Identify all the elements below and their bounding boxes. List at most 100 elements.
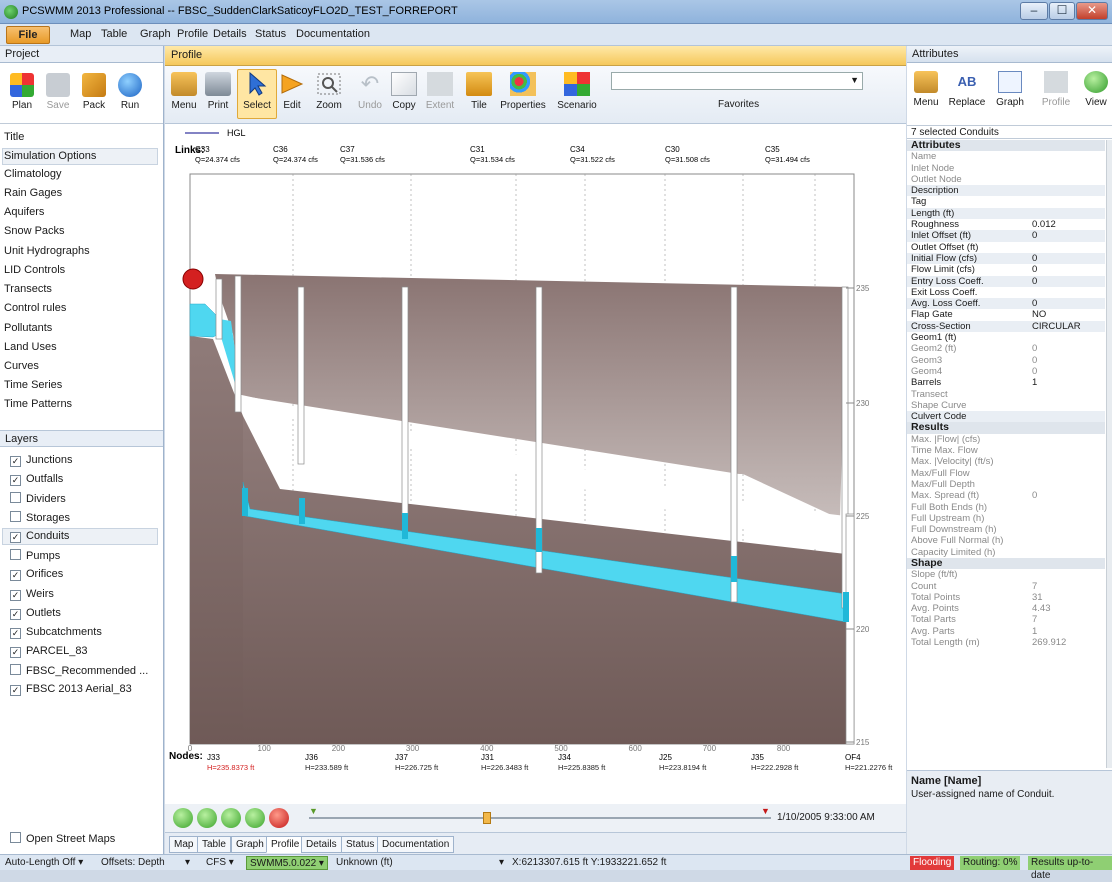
layer-item[interactable]: ✓ Conduits [10,530,69,543]
layer-item[interactable]: FBSC_Recommended ... [10,664,148,677]
link-name[interactable]: C34 [570,145,585,154]
timeline-thumb[interactable] [483,812,491,824]
flood-marker[interactable] [182,268,204,290]
checkbox-icon[interactable]: ✓ [10,456,21,467]
step-back-button[interactable] [197,808,217,828]
attribute-row[interactable]: Flap Gate NO [907,309,1105,320]
project-item[interactable]: Land Uses [4,341,57,353]
checkbox-icon[interactable]: ✓ [10,532,21,543]
offsets-dropdown-chevron-icon[interactable]: ▾ [185,857,190,868]
attribute-row[interactable]: Shape Curve [907,400,1105,411]
copy-button[interactable]: Copy [389,72,419,111]
menu-details[interactable]: Details [213,28,247,40]
attribute-row[interactable]: Slope (ft/ft) [907,569,1105,580]
attribute-row[interactable]: Avg. Loss Coeff. 0 [907,298,1105,310]
layer-item[interactable]: Storages [10,511,70,524]
layer-item[interactable]: Pumps [10,549,60,562]
attribute-row[interactable]: Avg. Parts 1 [907,626,1105,637]
project-item[interactable]: Unit Hydrographs [4,245,90,257]
attribute-row[interactable]: Exit Loss Coeff. [907,287,1105,298]
attribute-row[interactable]: Full Upstream (h) [907,513,1105,524]
attribute-row[interactable]: Geom3 0 [907,355,1105,366]
menu-map[interactable]: Map [70,28,91,40]
open-street-maps-toggle[interactable]: Open Street Maps [10,832,115,845]
layer-item[interactable]: ✓ Orifices [10,568,63,581]
project-item[interactable]: Control rules [4,302,66,314]
plan-button[interactable]: Plan [4,73,40,111]
checkbox-icon[interactable]: ✓ [10,628,21,639]
layer-item[interactable]: ✓ Subcatchments [10,626,102,639]
maximize-button[interactable]: ☐ [1049,2,1075,20]
attribute-row[interactable]: Total Parts 7 [907,614,1105,625]
link-name[interactable]: C33 [195,145,210,154]
checkbox-icon[interactable] [10,549,21,560]
zoom-tool-button[interactable]: Zoom [313,72,345,111]
attr-graph-button[interactable]: Graph [993,71,1027,108]
menu-tool-button[interactable]: Menu [169,72,199,111]
manhole[interactable] [401,286,409,516]
project-item[interactable]: Time Series [4,379,62,391]
menu-graph[interactable]: Graph [140,28,171,40]
node-name[interactable]: J37 [395,753,408,762]
node-name[interactable]: J34 [558,753,571,762]
attribute-row[interactable]: Name [907,151,1105,162]
project-item[interactable]: Time Patterns [4,398,72,410]
auto-length-dropdown[interactable]: Auto-Length Off ▾ [5,857,83,868]
step-forward-button[interactable] [245,808,265,828]
attribute-row[interactable]: Outlet Node [907,174,1105,185]
checkbox-icon[interactable]: ✓ [10,647,21,658]
attribute-row[interactable]: Full Both Ends (h) [907,502,1105,513]
attr-profile-button[interactable]: Profile [1039,71,1073,108]
attribute-row[interactable]: Total Length (m) 269.912 [907,637,1105,648]
play-button[interactable] [221,808,241,828]
project-item[interactable]: Rain Gages [4,187,62,199]
attribute-row[interactable]: Geom4 0 [907,366,1105,377]
project-item[interactable]: Simulation Options [4,150,96,162]
pack-button[interactable]: Pack [76,73,112,111]
layer-item[interactable]: ✓ Junctions [10,454,72,467]
attribute-row[interactable]: Inlet Node [907,163,1105,174]
project-item[interactable]: Curves [4,360,39,372]
tab-details[interactable]: Details [301,836,342,853]
checkbox-icon[interactable]: ✓ [10,609,21,620]
attribute-row[interactable]: Entry Loss Coeff. 0 [907,275,1105,287]
project-item[interactable]: Snow Packs [4,225,65,237]
manhole[interactable] [730,286,738,603]
attribute-row[interactable]: Max. |Velocity| (ft/s) [907,456,1105,467]
checkbox-icon[interactable] [10,511,21,522]
attribute-row[interactable]: Max. |Flow| (cfs) [907,434,1105,445]
undo-button[interactable]: ↶ Undo [355,72,385,112]
attribute-row[interactable]: Above Full Normal (h) [907,535,1105,546]
attribute-row[interactable]: Outlet Offset (ft) [907,242,1105,253]
select-tool-button[interactable]: Select [241,71,273,111]
checkbox-icon[interactable]: ✓ [10,590,21,601]
attribute-row[interactable]: Count 7 [907,581,1105,592]
checkbox-icon[interactable]: ✓ [10,685,21,696]
minimize-button[interactable]: – [1020,2,1048,20]
attribute-row[interactable]: Total Points 31 [907,592,1105,603]
attribute-row[interactable]: Max/Full Flow [907,468,1105,479]
rewind-button[interactable] [173,808,193,828]
attribute-row[interactable]: Full Downstream (h) [907,524,1105,535]
node-name[interactable]: J25 [659,753,672,762]
menu-documentation[interactable]: Documentation [296,28,370,40]
attributes-grid[interactable]: Attributes Name Inlet Node Outlet Node Descr… [907,140,1105,648]
manhole[interactable] [215,278,223,340]
link-name[interactable]: C31 [470,145,485,154]
link-name[interactable]: C30 [665,145,680,154]
node-name[interactable]: J35 [751,753,764,762]
attribute-row[interactable]: Geom1 (ft) [907,332,1105,343]
tab-graph[interactable]: Graph [231,836,269,853]
attribute-row[interactable]: Description [907,185,1105,197]
attributes-scrollbar[interactable] [1106,140,1112,768]
attribute-row[interactable]: Tag [907,196,1105,207]
attribute-row[interactable]: Time Max. Flow [907,445,1105,456]
attribute-row[interactable]: Length (ft) [907,207,1105,220]
attribute-row[interactable]: Cross-Section CIRCULAR [907,320,1105,333]
attribute-row[interactable]: Culvert Code [907,411,1105,423]
layer-item[interactable]: ✓ Outlets [10,607,61,620]
menu-status[interactable]: Status [255,28,286,40]
link-name[interactable]: C36 [273,145,288,154]
node-name[interactable]: J36 [305,753,318,762]
checkbox-icon[interactable]: ✓ [10,475,21,486]
